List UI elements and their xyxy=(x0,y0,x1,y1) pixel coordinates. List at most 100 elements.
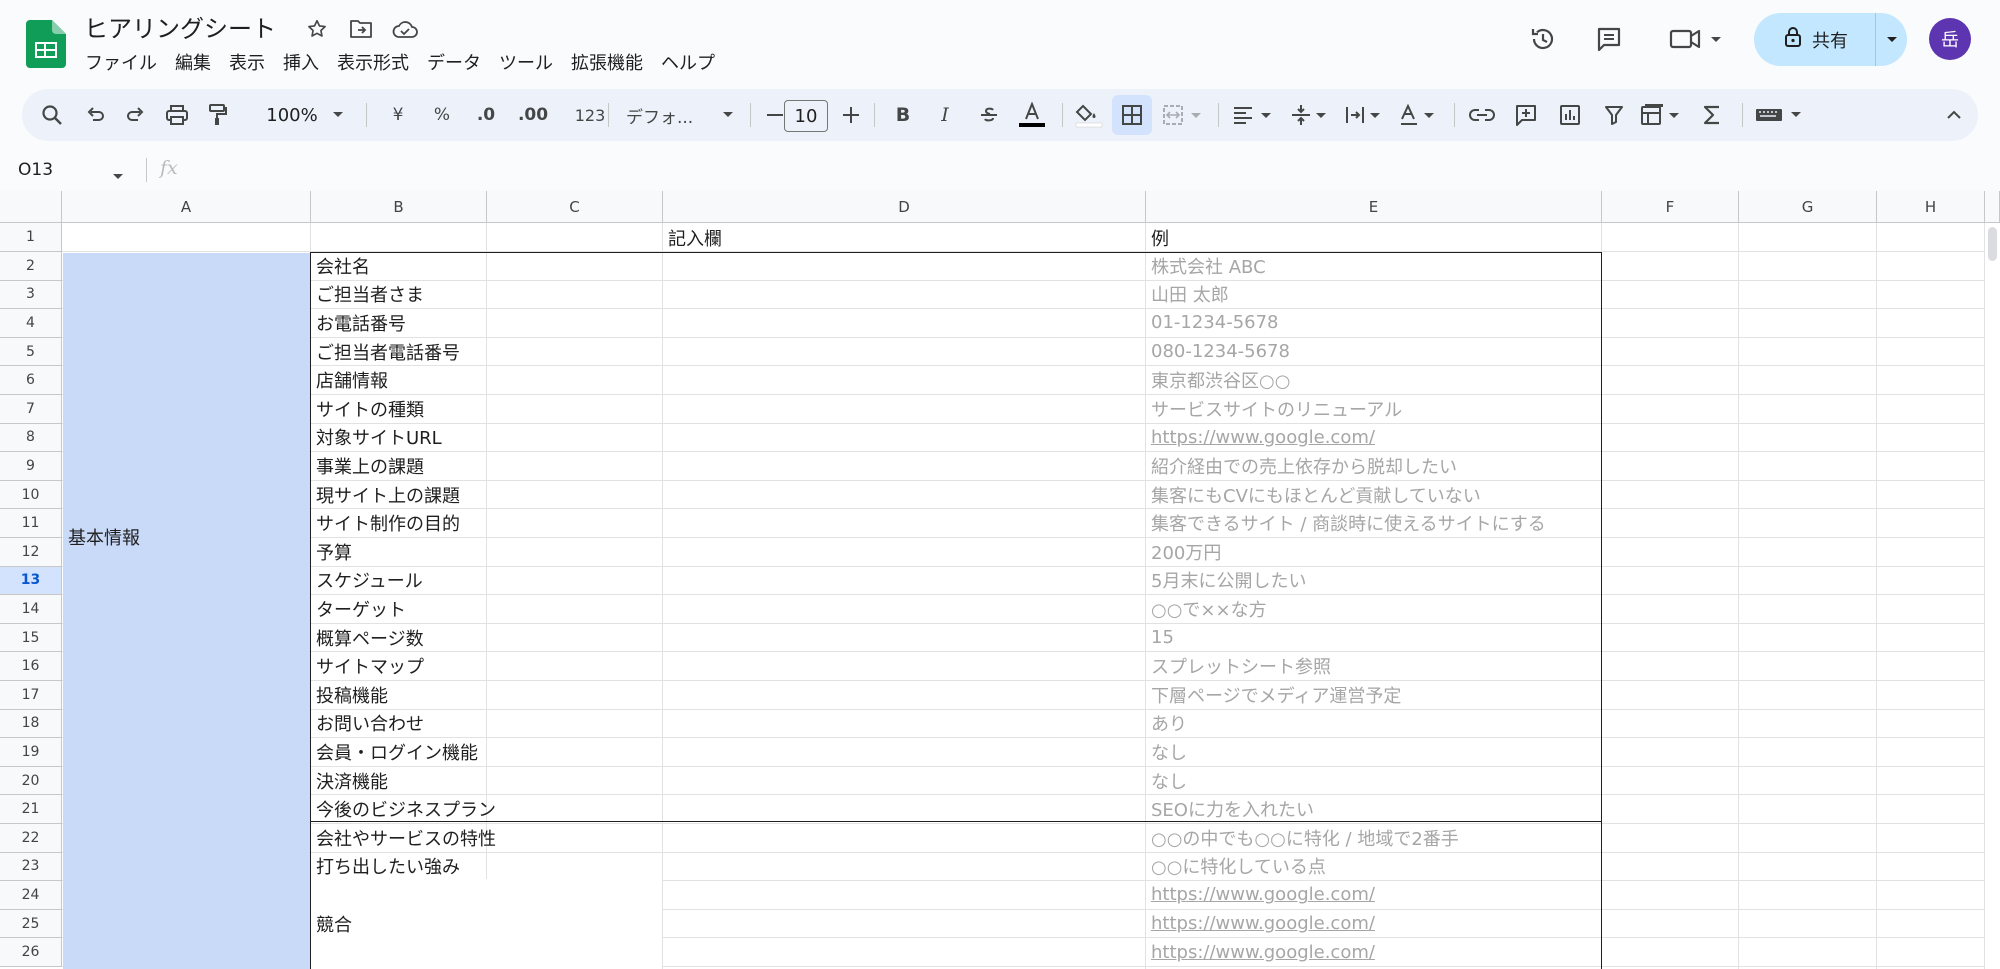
row-header[interactable]: 12 xyxy=(0,538,62,567)
zoom-dropdown-icon[interactable] xyxy=(328,89,348,141)
text-color-icon[interactable] xyxy=(1012,89,1052,141)
row-header[interactable]: 15 xyxy=(0,623,62,653)
row-header[interactable]: 17 xyxy=(0,681,62,710)
example-cell[interactable]: ○○で××な方 xyxy=(1146,595,1601,623)
row-header[interactable]: 5 xyxy=(0,337,62,367)
column-header-g[interactable]: G xyxy=(1739,191,1877,223)
item-label-cell[interactable]: 会員・ログイン機能 xyxy=(311,738,662,766)
competitor-example-cell[interactable]: https://www.google.com/ xyxy=(1146,938,1601,966)
vertical-scrollbar-track[interactable] xyxy=(1985,191,2000,223)
column-header-b[interactable]: B xyxy=(311,191,487,223)
share-dropdown-icon[interactable] xyxy=(1876,35,1907,45)
row-header[interactable]: 4 xyxy=(0,309,62,338)
column-header-a[interactable]: A xyxy=(62,191,311,223)
menu-file[interactable]: ファイル xyxy=(76,48,166,80)
row-header[interactable]: 3 xyxy=(0,280,62,310)
example-cell[interactable]: 080-1234-5678 xyxy=(1146,338,1601,366)
row-header[interactable]: 14 xyxy=(0,595,62,624)
comments-icon[interactable] xyxy=(1588,18,1630,60)
item-label-cell[interactable]: 対象サイトURL xyxy=(311,424,662,452)
row-header[interactable]: 22 xyxy=(0,824,62,853)
font-size-input[interactable]: 10 xyxy=(784,100,828,132)
row-header[interactable]: 8 xyxy=(0,423,62,453)
item-label-cell[interactable]: 事業上の課題 xyxy=(311,452,662,480)
sheets-logo-icon[interactable] xyxy=(26,20,66,68)
item-label-cell[interactable]: ご担当者電話番号 xyxy=(311,338,662,366)
example-cell[interactable]: ○○に特化している点 xyxy=(1146,853,1601,881)
column-header-f[interactable]: F xyxy=(1602,191,1739,223)
item-label-cell[interactable]: 現サイト上の課題 xyxy=(311,481,662,509)
item-label-cell[interactable]: 会社名 xyxy=(311,252,662,280)
text-rotation-icon[interactable] xyxy=(1394,89,1444,141)
example-cell[interactable]: 集客にもCVにもほとんど貢献していない xyxy=(1146,481,1601,509)
entry-column-header[interactable]: 記入欄 xyxy=(663,224,1145,252)
row-header[interactable]: 19 xyxy=(0,738,62,767)
row-header[interactable]: 10 xyxy=(0,480,62,510)
filter-icon[interactable] xyxy=(1594,89,1634,141)
example-cell[interactable]: https://www.google.com/ xyxy=(1146,424,1601,452)
menu-view[interactable]: 表示 xyxy=(220,48,274,80)
item-label-cell[interactable]: 打ち出したい強み xyxy=(311,853,662,881)
example-cell[interactable]: 下層ページでメディア運営予定 xyxy=(1146,681,1601,709)
move-folder-icon[interactable] xyxy=(346,14,376,44)
column-header-d[interactable]: D xyxy=(663,191,1146,223)
undo-icon[interactable] xyxy=(77,89,113,141)
menu-edit[interactable]: 編集 xyxy=(166,48,220,80)
row-header[interactable]: 2 xyxy=(0,252,62,281)
section-cell-second[interactable] xyxy=(63,821,310,969)
text-wrapping-icon[interactable] xyxy=(1340,89,1390,141)
row-header[interactable]: 11 xyxy=(0,509,62,538)
search-menus-icon[interactable] xyxy=(34,89,70,141)
example-cell[interactable]: SEOに力を入れたい xyxy=(1146,795,1601,823)
column-header-e[interactable]: E xyxy=(1146,191,1602,223)
example-cell[interactable]: 01-1234-5678 xyxy=(1146,309,1601,337)
vertical-align-icon[interactable] xyxy=(1286,89,1336,141)
row-header[interactable]: 23 xyxy=(0,852,62,882)
menu-format[interactable]: 表示形式 xyxy=(328,48,418,80)
increase-decimal-button[interactable]: .00 xyxy=(512,89,554,141)
cloud-saved-icon[interactable] xyxy=(390,14,420,44)
example-cell[interactable]: 紹介経由での売上依存から脱却したい xyxy=(1146,452,1601,480)
column-header-h[interactable]: H xyxy=(1877,191,1985,223)
example-cell[interactable]: スプレットシート参照 xyxy=(1146,652,1601,680)
version-history-icon[interactable] xyxy=(1522,18,1564,60)
menu-extensions[interactable]: 拡張機能 xyxy=(562,48,652,80)
example-cell[interactable]: 集客できるサイト / 商談時に使えるサイトにする xyxy=(1146,509,1601,537)
example-cell[interactable]: 15 xyxy=(1146,624,1601,652)
row-header[interactable]: 20 xyxy=(0,766,62,796)
print-icon[interactable] xyxy=(159,89,195,141)
zoom-select[interactable]: 100% xyxy=(262,89,322,141)
example-cell[interactable]: なし xyxy=(1146,767,1601,795)
input-tools-icon[interactable] xyxy=(1750,89,1814,141)
item-label-cell[interactable]: サイト制作の目的 xyxy=(311,509,662,537)
filter-views-icon[interactable] xyxy=(1636,89,1690,141)
example-cell[interactable]: 山田 太郎 xyxy=(1146,281,1601,309)
item-label-cell[interactable]: お問い合わせ xyxy=(311,710,662,738)
share-button[interactable]: 共有 xyxy=(1754,13,1907,66)
item-label-cell[interactable]: お電話番号 xyxy=(311,309,662,337)
example-cell[interactable]: 株式会社 ABC xyxy=(1146,252,1601,280)
example-cell[interactable]: 東京都渋谷区○○ xyxy=(1146,366,1601,394)
item-label-cell[interactable]: スケジュール xyxy=(311,567,662,595)
insert-chart-icon[interactable] xyxy=(1550,89,1590,141)
item-label-cell[interactable]: サイトの種類 xyxy=(311,395,662,423)
example-cell[interactable]: ○○の中でも○○に特化 / 地域で2番手 xyxy=(1146,824,1601,852)
borders-icon[interactable] xyxy=(1112,95,1152,135)
collapse-toolbar-icon[interactable] xyxy=(1936,89,1972,141)
item-label-cell[interactable]: 投稿機能 xyxy=(311,681,662,709)
horizontal-align-icon[interactable] xyxy=(1228,89,1282,141)
fill-color-icon[interactable] xyxy=(1070,89,1108,141)
example-cell[interactable]: あり xyxy=(1146,710,1601,738)
name-box[interactable]: O13 xyxy=(18,160,53,180)
more-formats-button[interactable]: 123 xyxy=(560,89,620,141)
merge-cells-icon[interactable] xyxy=(1158,89,1208,141)
redo-icon[interactable] xyxy=(118,89,154,141)
item-label-cell[interactable]: ご担当者さま xyxy=(311,281,662,309)
vertical-scrollbar-thumb[interactable] xyxy=(1988,227,1997,261)
row-header[interactable]: 1 xyxy=(0,223,62,252)
menu-tools[interactable]: ツール xyxy=(490,48,562,80)
menu-help[interactable]: ヘルプ xyxy=(652,48,724,80)
row-header[interactable]: 6 xyxy=(0,366,62,395)
font-select[interactable]: デフォ... xyxy=(616,89,726,141)
insert-comment-icon[interactable] xyxy=(1506,89,1546,141)
